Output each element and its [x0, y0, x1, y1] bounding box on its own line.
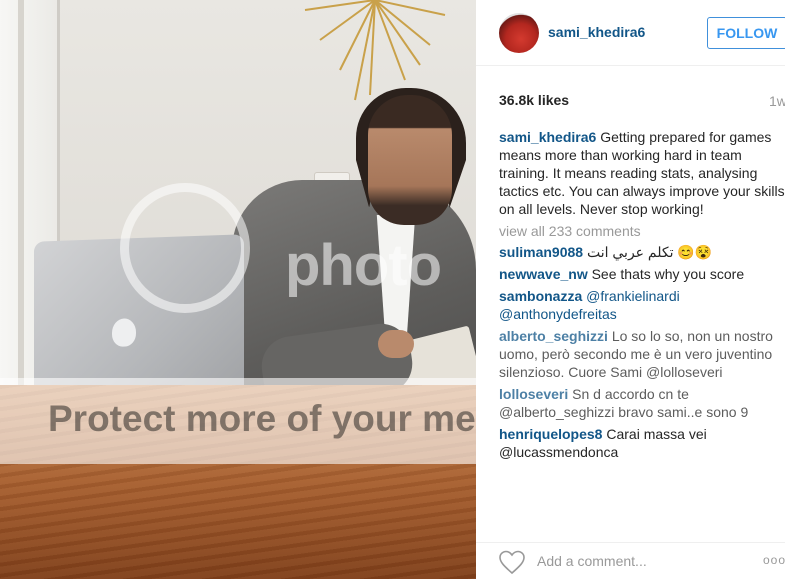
comment-username[interactable]: alberto_seghizzi — [499, 328, 608, 344]
comment-username[interactable]: lolloseveri — [499, 386, 568, 402]
post-header: sami_khedira6 FOLLOW — [476, 0, 785, 66]
post-photo[interactable]: photo Protect more of your memories — [0, 0, 476, 579]
comment-item: henriquelopes8 Carai massa vei @lucassme… — [499, 425, 785, 461]
apple-logo-icon — [112, 318, 136, 347]
comment-footer: Add a comment... ooo — [476, 542, 785, 579]
comment-username[interactable]: henriquelopes8 — [499, 426, 602, 442]
caption-username[interactable]: sami_khedira6 — [499, 129, 596, 145]
watermark-banner: Protect more of your memories — [0, 378, 476, 464]
caption: sami_khedira6 Getting prepared for games… — [499, 128, 785, 218]
likes-count[interactable]: 36.8k likes — [499, 92, 569, 108]
comment-username[interactable]: newwave_nw — [499, 266, 588, 282]
comment-item: sambonazza @frankielinardi @anthonydefre… — [499, 287, 785, 323]
comment-item: lolloseveri Sn d accordo cn te @alberto_… — [499, 385, 785, 421]
more-options-button[interactable]: ooo — [763, 553, 785, 567]
add-comment-input[interactable]: Add a comment... — [537, 553, 647, 569]
view-all-comments-link[interactable]: view all 233 comments — [499, 222, 785, 240]
comment-text: تكلم عربي انت 😊😵 — [586, 244, 713, 260]
watermark-banner-text: Protect more of your memories — [48, 398, 476, 439]
post-sidebar: sami_khedira6 FOLLOW 36.8k likes 1w sami… — [476, 0, 785, 579]
watermark-brand: photo — [285, 233, 442, 298]
heart-icon[interactable] — [498, 549, 526, 575]
avatar[interactable] — [499, 13, 539, 53]
comment-username[interactable]: sambonazza — [499, 288, 582, 304]
comments-list: sami_khedira6 Getting prepared for games… — [499, 128, 785, 465]
comment-item: suliman9088 تكلم عربي انت 😊😵 — [499, 243, 785, 261]
comment-item: alberto_seghizzi Lo so lo so, non un nos… — [499, 327, 785, 381]
header-username[interactable]: sami_khedira6 — [548, 24, 645, 40]
person-head — [368, 95, 452, 225]
comment-item: newwave_nw See thats why you score — [499, 265, 785, 283]
watermark-logo-icon — [120, 183, 250, 313]
comment-username[interactable]: suliman9088 — [499, 244, 583, 260]
post-age[interactable]: 1w — [769, 93, 785, 109]
person-hand — [378, 330, 414, 358]
follow-button[interactable]: FOLLOW — [707, 17, 785, 49]
comment-text: See thats why you score — [591, 266, 745, 282]
